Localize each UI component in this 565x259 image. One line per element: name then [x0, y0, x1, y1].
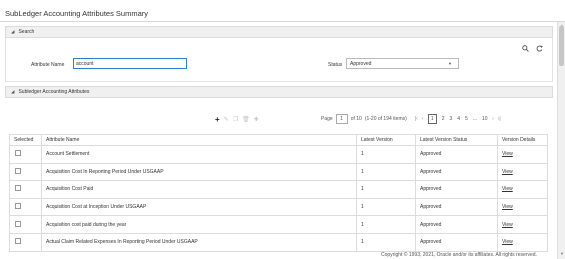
add-icon[interactable]: + [215, 115, 220, 124]
page-link-1[interactable]: 1 [427, 114, 437, 124]
copy-icon[interactable]: ❐ [233, 116, 238, 123]
status-select-value: Approved [350, 60, 372, 67]
column-header-selected[interactable]: Selected [9, 134, 42, 146]
collapse-triangle-icon[interactable]: ◢ [11, 29, 14, 35]
attribute-name-cell: Acquisition cost paid during the year [41, 215, 357, 234]
latest-version-cell: 1 [356, 215, 416, 234]
view-link[interactable]: View [502, 222, 513, 228]
page-title: SubLedger Accounting Attributes Summary [5, 9, 148, 18]
table-header-row: Selected Attribute Name Latest Version L… [9, 134, 548, 146]
last-page-icon[interactable]: ›| [498, 116, 501, 122]
page-count-text: of 10 [350, 116, 362, 122]
page-number-input[interactable]: 1 [335, 114, 348, 124]
first-page-icon[interactable]: |‹ [415, 116, 418, 122]
attribute-name-label: Attribute Name [31, 62, 65, 68]
title-divider [0, 21, 565, 22]
status-cell: Approved [415, 162, 498, 182]
status-cell: Approved [415, 145, 498, 164]
copyright-text: Copyright © 1993, 2021, Oracle and/or it… [381, 252, 537, 258]
authorize-icon[interactable]: ✚ [254, 116, 259, 123]
view-link[interactable]: View [502, 204, 513, 210]
items-count-text: (1-20 of 194 items) [364, 116, 407, 122]
edit-icon[interactable]: ✎ [224, 116, 229, 123]
row-checkbox[interactable] [15, 167, 21, 174]
column-header-latest-version-status[interactable]: Latest Version Status [415, 134, 498, 146]
scrollbar-thumb[interactable] [559, 26, 564, 66]
table-toolbar: + ✎ ❐ 🗑 ✚ [215, 115, 259, 124]
delete-icon[interactable]: 🗑 [242, 116, 250, 123]
next-page-icon[interactable]: › [492, 116, 494, 122]
scroll-down-arrow-icon[interactable]: ▼ [560, 251, 564, 256]
pagination: Page 1 of 10 (1-20 of 194 items) |‹ ‹ 1 … [321, 114, 503, 124]
reset-icon[interactable] [536, 45, 543, 54]
latest-version-cell: 1 [356, 180, 416, 199]
page-link-5[interactable]: 5 [465, 116, 468, 122]
table-row[interactable]: Account Settlement 1 Approved View [9, 145, 548, 164]
latest-version-cell: 1 [356, 162, 416, 182]
chevron-down-icon: ▼ [448, 61, 452, 66]
column-header-attribute-name[interactable]: Attribute Name [41, 134, 357, 146]
search-section-header[interactable]: ◢ Search [5, 26, 553, 38]
attributes-table: Selected Attribute Name Latest Version L… [9, 134, 548, 252]
latest-version-cell: 1 [356, 197, 416, 217]
row-checkbox[interactable] [15, 203, 21, 210]
view-link[interactable]: View [502, 239, 513, 245]
page-label: Page [321, 116, 333, 122]
table-row[interactable]: Acquisition cost paid during the year 1 … [9, 215, 548, 234]
table-row[interactable]: Acquisition Cost at Inception Under USGA… [9, 197, 548, 217]
attributes-section-title: Subledger Accounting Attributes [18, 89, 90, 95]
page-link-10[interactable]: 10 [482, 116, 488, 122]
table-row[interactable]: Actual Claim Related Expenses In Reporti… [9, 232, 548, 252]
attribute-name-cell: Acquisition Cost Paid [41, 180, 357, 199]
page-link-4[interactable]: 4 [457, 116, 460, 122]
search-section-title: Search [18, 29, 35, 35]
previous-page-icon[interactable]: ‹ [422, 116, 424, 122]
attribute-name-cell: Actual Claim Related Expenses In Reporti… [41, 232, 357, 252]
status-cell: Approved [415, 232, 498, 252]
table-row[interactable]: Acquisition Cost In Reporting Period Und… [9, 162, 548, 182]
row-checkbox[interactable] [15, 185, 21, 192]
status-select[interactable]: Approved ▼ [346, 58, 459, 69]
view-link[interactable]: View [502, 151, 513, 157]
attribute-name-cell: Acquisition Cost In Reporting Period Und… [41, 162, 357, 182]
page-link-2[interactable]: 2 [442, 116, 445, 122]
row-checkbox[interactable] [15, 150, 21, 157]
row-checkbox[interactable] [15, 220, 21, 227]
table-row[interactable]: Acquisition Cost Paid 1 Approved View [9, 180, 548, 199]
search-panel: Attribute Name Status Approved ▼ [5, 38, 553, 82]
page-ellipsis: ... [472, 116, 477, 122]
search-icon[interactable] [522, 45, 529, 54]
attribute-name-input[interactable] [73, 58, 187, 69]
status-label: Status [328, 62, 343, 68]
row-checkbox[interactable] [15, 238, 21, 245]
column-header-version-details[interactable]: Version Details [497, 134, 548, 146]
status-cell: Approved [415, 215, 498, 234]
attributes-section-header[interactable]: ◢ Subledger Accounting Attributes [5, 86, 553, 98]
latest-version-cell: 1 [356, 232, 416, 252]
column-header-latest-version[interactable]: Latest Version [356, 134, 416, 146]
view-link[interactable]: View [502, 169, 513, 175]
view-link[interactable]: View [502, 186, 513, 192]
attribute-name-cell: Account Settlement [41, 145, 357, 164]
latest-version-cell: 1 [356, 145, 416, 164]
attribute-name-cell: Acquisition Cost at Inception Under USGA… [41, 197, 357, 217]
status-cell: Approved [415, 197, 498, 217]
status-cell: Approved [415, 180, 498, 199]
page-link-3[interactable]: 3 [449, 116, 452, 122]
collapse-triangle-icon[interactable]: ◢ [11, 89, 14, 95]
